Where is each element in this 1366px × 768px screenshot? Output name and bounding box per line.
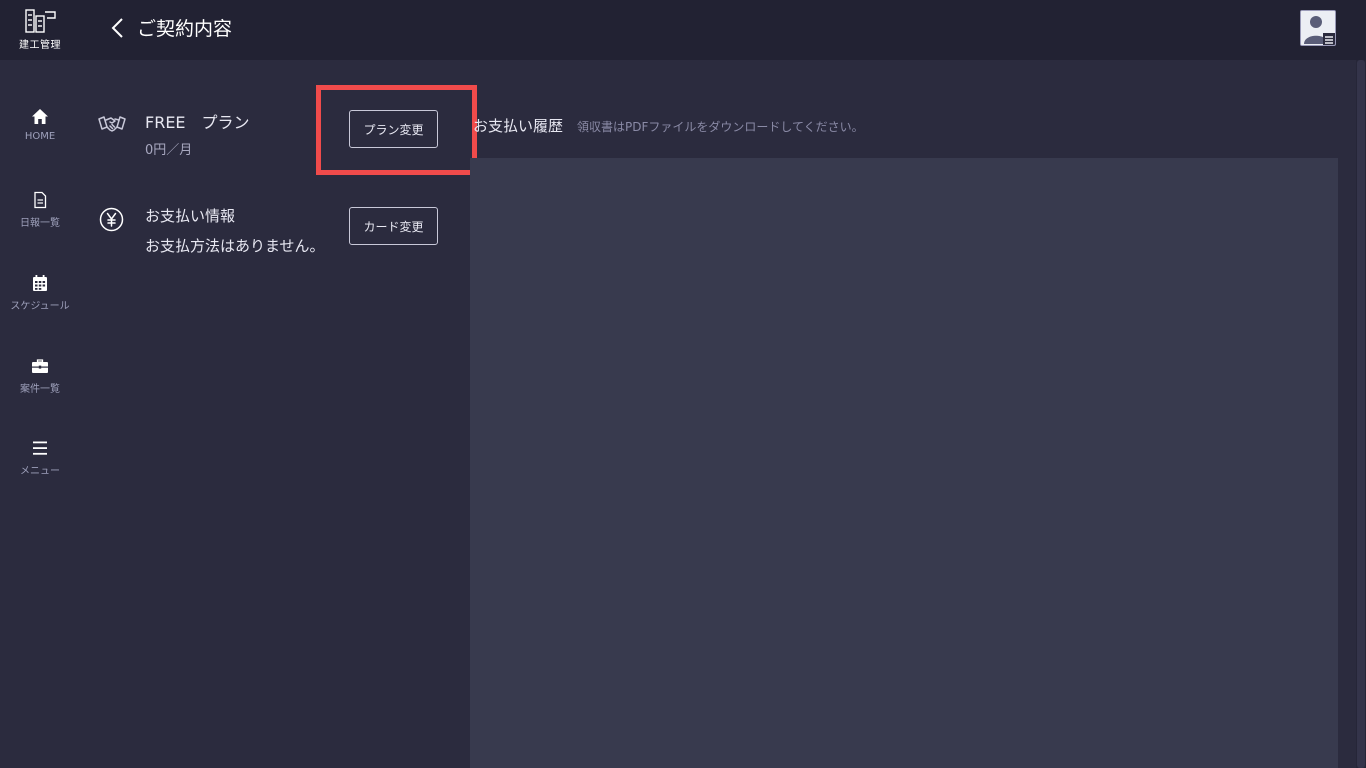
payment-method-status: お支払方法はありません。: [145, 237, 325, 255]
sidebar-item-home[interactable]: HOME: [0, 108, 80, 168]
document-icon: [34, 191, 47, 209]
sidebar-item-projects[interactable]: 案件一覧: [0, 357, 80, 417]
sidebar-item-label: 案件一覧: [20, 384, 60, 395]
briefcase-icon: [32, 359, 48, 373]
payment-info-title: お支払い情報: [145, 207, 236, 225]
chevron-left-icon[interactable]: [108, 16, 128, 40]
sidebar-item-daily-reports[interactable]: 日報一覧: [0, 191, 80, 251]
user-avatar-icon[interactable]: [1300, 10, 1336, 46]
home-icon: [32, 109, 48, 124]
sidebar-item-label: スケジュール: [10, 301, 70, 312]
sidebar-item-label: 日報一覧: [20, 218, 60, 229]
sidebar-item-label: メニュー: [20, 466, 60, 477]
plan-price: 0円／月: [145, 143, 193, 158]
menu-icon: [33, 441, 47, 455]
yen-icon: [99, 207, 124, 236]
scrollbar-thumb[interactable]: [1357, 60, 1365, 768]
logo-text: 建工管理: [19, 40, 61, 51]
app-logo[interactable]: 建工管理: [14, 8, 66, 54]
plan-name: FREE プラン: [145, 113, 250, 132]
sidebar-item-label: HOME: [24, 131, 56, 142]
page-title: ご契約内容: [137, 18, 233, 40]
calendar-icon: [33, 275, 47, 291]
sidebar-item-schedule[interactable]: スケジュール: [0, 274, 80, 334]
payment-history-title: お支払い履歴: [473, 117, 564, 135]
page-scrollbar[interactable]: [1356, 60, 1366, 768]
payment-history-list: [470, 158, 1338, 768]
sidebar: HOME 日報一覧 スケジュール 案件一覧 メニュー: [0, 60, 80, 768]
building-logo-icon: [25, 9, 56, 33]
payment-history-note: 領収書はPDFファイルをダウンロードしてください。: [577, 120, 864, 134]
highlight-box: [316, 85, 477, 175]
sidebar-item-menu[interactable]: メニュー: [0, 439, 80, 499]
change-card-button[interactable]: カード変更: [349, 207, 438, 245]
handshake-icon: [98, 113, 126, 139]
